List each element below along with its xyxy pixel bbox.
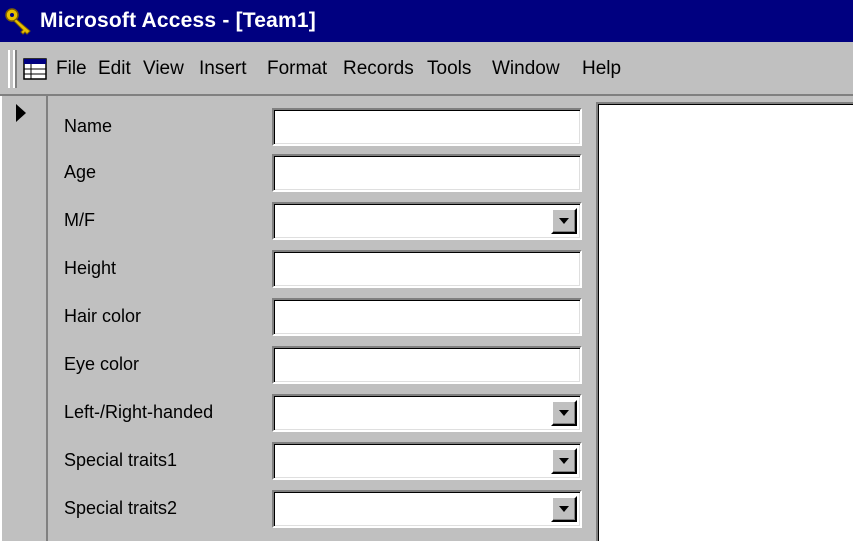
special-traits2-combo[interactable]: [272, 490, 582, 528]
mf-combo[interactable]: [272, 202, 582, 240]
current-record-arrow-icon: [16, 104, 26, 122]
menu-tools[interactable]: Tools: [427, 55, 471, 83]
menu-records[interactable]: Records: [343, 55, 414, 83]
field-label-eye-color: Eye color: [64, 354, 140, 374]
form-body: Name Age M/F Height Hair color Eye color…: [50, 96, 853, 541]
height-input[interactable]: [272, 250, 582, 288]
title-bar[interactable]: Microsoft Access - [Team1]: [0, 0, 853, 42]
dropdown-arrow-icon: [559, 458, 569, 464]
special-traits1-dropdown-button[interactable]: [551, 448, 577, 474]
field-label-height: Height: [64, 258, 117, 278]
record-selector[interactable]: [0, 96, 48, 541]
special-traits1-combo[interactable]: [272, 442, 582, 480]
handedness-dropdown-button[interactable]: [551, 400, 577, 426]
age-input[interactable]: [272, 154, 582, 192]
dropdown-arrow-icon: [559, 218, 569, 224]
special-traits2-dropdown-button[interactable]: [551, 496, 577, 522]
field-label-name: Name: [64, 116, 113, 136]
menu-format[interactable]: Format: [267, 55, 327, 83]
datasheet-icon[interactable]: [22, 56, 48, 82]
eye-color-input[interactable]: [272, 346, 582, 384]
mf-dropdown-button[interactable]: [551, 208, 577, 234]
field-label-mf: M/F: [64, 210, 95, 230]
subform-frame[interactable]: [596, 102, 853, 541]
menu-bar-grip[interactable]: [8, 50, 16, 88]
menu-bar: File Edit View Insert Format Records Too…: [0, 42, 853, 96]
field-label-handedness: Left-/Right-handed: [64, 402, 214, 422]
window-title: Microsoft Access - [Team1]: [40, 9, 316, 32]
menu-file[interactable]: File: [56, 55, 87, 83]
dropdown-arrow-icon: [559, 506, 569, 512]
dropdown-arrow-icon: [559, 410, 569, 416]
field-label-age: Age: [64, 162, 97, 182]
key-icon: [5, 8, 31, 35]
field-label-special-traits1: Special traits1: [64, 450, 178, 470]
field-label-special-traits2: Special traits2: [64, 498, 178, 518]
name-input[interactable]: [272, 108, 582, 146]
menu-help[interactable]: Help: [582, 55, 621, 83]
menu-window[interactable]: Window: [492, 55, 560, 83]
menu-view[interactable]: View: [143, 55, 184, 83]
field-label-hair-color: Hair color: [64, 306, 142, 326]
menu-insert[interactable]: Insert: [199, 55, 247, 83]
menu-edit[interactable]: Edit: [98, 55, 131, 83]
handedness-combo[interactable]: [272, 394, 582, 432]
hair-color-input[interactable]: [272, 298, 582, 336]
